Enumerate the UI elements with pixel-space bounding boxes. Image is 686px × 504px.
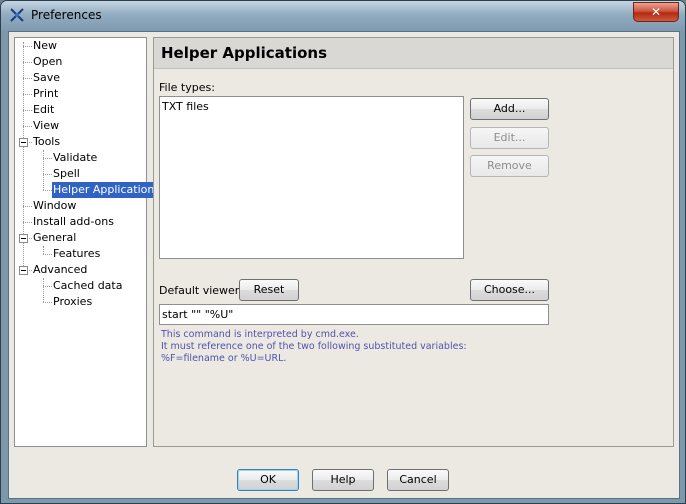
tree-connector: [43, 286, 52, 287]
tree-item[interactable]: New: [32, 38, 58, 54]
tree-item[interactable]: Advanced: [32, 262, 88, 278]
close-button[interactable]: ✕: [633, 2, 679, 22]
tree-item[interactable]: Helper Applications: [52, 182, 162, 198]
tree-item[interactable]: Save: [32, 70, 61, 86]
file-types-list[interactable]: TXT files: [159, 96, 464, 259]
tree-connector: [23, 126, 32, 127]
choose-button[interactable]: Choose...: [470, 279, 549, 301]
tree-connector: [43, 302, 52, 303]
tree-connector: [43, 278, 44, 302]
tree-item[interactable]: Cached data: [52, 278, 123, 294]
collapse-toggle-icon[interactable]: [19, 266, 28, 275]
app-icon: [10, 8, 24, 22]
collapse-toggle-icon[interactable]: [19, 234, 28, 243]
tree-item[interactable]: Print: [32, 86, 59, 102]
tree-connector: [23, 78, 32, 79]
tree-connector: [43, 174, 52, 175]
window-title: Preferences: [31, 8, 102, 22]
title-bar[interactable]: Preferences ✕: [1, 1, 685, 31]
settings-panel: Helper Applications File types: TXT file…: [153, 37, 674, 447]
tree-item[interactable]: Install add-ons: [32, 214, 115, 230]
edit-button[interactable]: Edit...: [470, 127, 549, 149]
tree-connector: [23, 46, 32, 47]
dialog-client-area: New Open Save Print Edit View Tools Validate Spe…: [8, 31, 680, 499]
tree-connector: [23, 206, 32, 207]
tree-item[interactable]: Proxies: [52, 294, 93, 310]
hint-line: It must reference one of the two followi…: [161, 341, 467, 352]
reset-button[interactable]: Reset: [239, 279, 299, 301]
tree-connector: [23, 222, 32, 223]
tree-connector: [43, 246, 44, 254]
tree-connector: [43, 190, 52, 191]
help-button[interactable]: Help: [312, 469, 374, 491]
remove-button[interactable]: Remove: [470, 155, 549, 177]
tree-item[interactable]: Open: [32, 54, 63, 70]
command-input[interactable]: start "" "%U": [159, 304, 549, 325]
cancel-button[interactable]: Cancel: [387, 469, 449, 491]
category-tree[interactable]: New Open Save Print Edit View Tools Validate Spe…: [14, 37, 162, 447]
tree-item[interactable]: Validate: [52, 150, 98, 166]
hint-line: %F=filename or %U=URL.: [161, 353, 287, 364]
close-icon: ✕: [650, 5, 662, 19]
tree-connector: [23, 94, 32, 95]
list-item[interactable]: TXT files: [162, 99, 209, 115]
ok-button[interactable]: OK: [237, 469, 299, 491]
tree-connector: [23, 62, 32, 63]
add-button[interactable]: Add...: [470, 98, 549, 120]
default-viewer-label: Default viewer:: [159, 284, 243, 297]
panel-header: Helper Applications: [154, 38, 673, 69]
preferences-window: Preferences ✕ New Open Save Print Edit View To…: [0, 0, 686, 504]
tree-connector: [43, 150, 44, 190]
tree-item[interactable]: Spell: [52, 166, 81, 182]
hint-line: This command is interpreted by cmd.exe.: [161, 329, 359, 340]
tree-connector: [43, 254, 52, 255]
tree-item[interactable]: General: [32, 230, 77, 246]
collapse-toggle-icon[interactable]: [19, 138, 28, 147]
tree-item[interactable]: Features: [52, 246, 101, 262]
tree-connector: [23, 42, 24, 266]
file-types-label: File types:: [159, 81, 215, 94]
tree-connector: [43, 158, 52, 159]
panel-title: Helper Applications: [161, 44, 328, 62]
tree-connector: [23, 110, 32, 111]
tree-item[interactable]: Window: [32, 198, 77, 214]
tree-item[interactable]: View: [32, 118, 60, 134]
tree-item[interactable]: Edit: [32, 102, 55, 118]
tree-item[interactable]: Tools: [32, 134, 61, 150]
